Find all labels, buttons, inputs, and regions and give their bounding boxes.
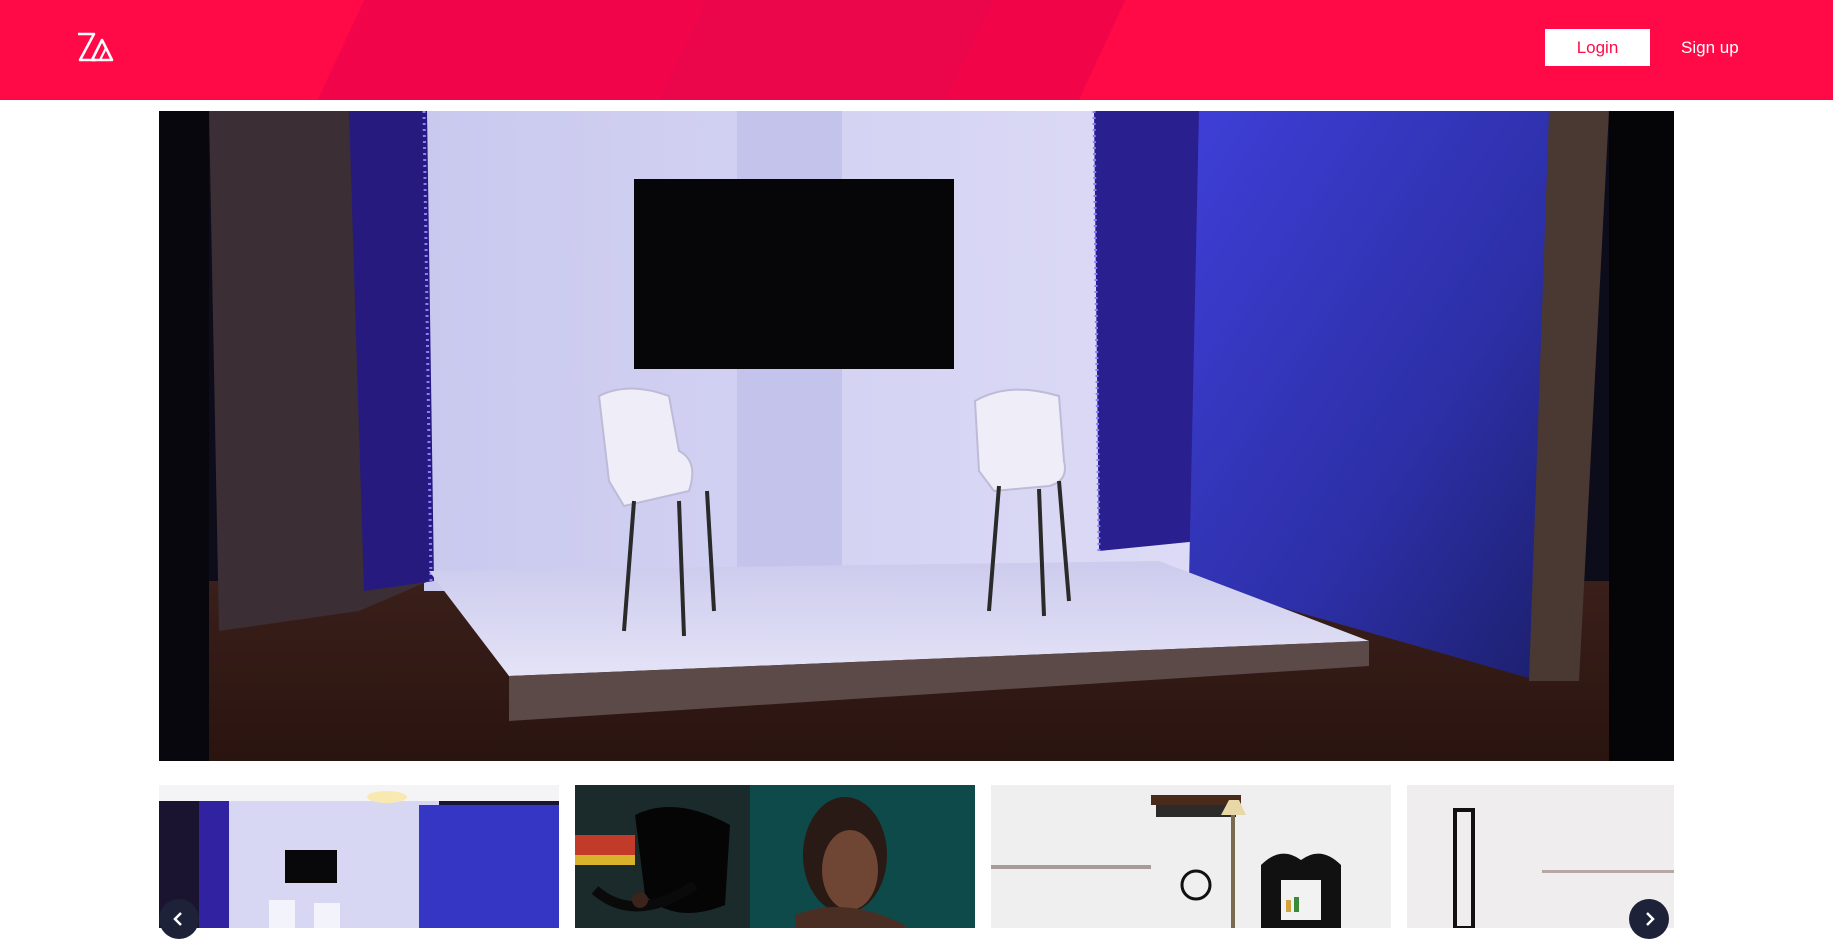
thumbnail-strip xyxy=(159,785,1674,928)
brand-logo-icon[interactable] xyxy=(76,30,116,64)
thumbnail-2[interactable] xyxy=(575,785,975,928)
chevron-right-icon xyxy=(1646,912,1655,926)
site-header: Login Sign up xyxy=(0,0,1833,100)
next-button[interactable] xyxy=(1629,899,1669,939)
signup-link[interactable]: Sign up xyxy=(1681,29,1739,66)
previous-button[interactable] xyxy=(159,899,199,939)
thumbnail-1[interactable] xyxy=(159,785,559,928)
main-gallery-image[interactable] xyxy=(159,111,1674,761)
login-button[interactable]: Login xyxy=(1545,29,1650,66)
thumbnail-3[interactable] xyxy=(991,785,1391,928)
chevron-left-icon xyxy=(173,912,182,926)
